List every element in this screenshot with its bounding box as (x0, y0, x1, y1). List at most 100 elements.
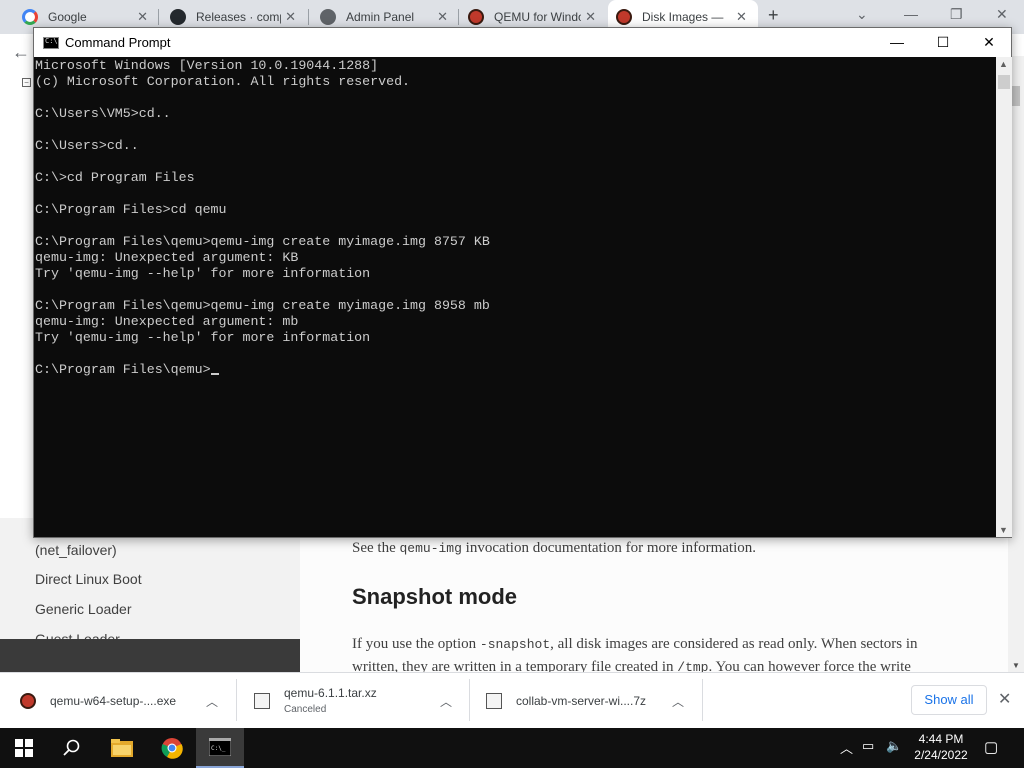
tab-title: Google (48, 10, 87, 24)
qemu-icon (616, 9, 632, 25)
new-tab-button[interactable]: + (768, 5, 779, 26)
browser-minimize-icon[interactable]: — (904, 6, 918, 22)
close-icon[interactable]: ✕ (998, 689, 1011, 709)
chevron-up-icon[interactable]: ︿ (672, 693, 684, 710)
download-filename: qemu-6.1.1.tar.xz (284, 686, 377, 700)
snapshot-paragraph-line-1: If you use the option -snapshot, all dis… (352, 636, 918, 653)
cmd-title-bar[interactable]: Command Prompt — ☐ ✕ (34, 28, 1011, 57)
page-scrollbar-thumb[interactable] (1012, 86, 1020, 106)
tab-close-icon[interactable]: ✕ (137, 9, 148, 25)
console-line: C:\Program Files>cd qemu (35, 202, 227, 217)
cmd-close-button[interactable]: ✕ (966, 28, 1012, 57)
console-line: (c) Microsoft Corporation. All rights re… (35, 74, 411, 89)
download-status: Canceled (284, 704, 327, 715)
browser-close-icon[interactable]: ✕ (996, 6, 1008, 23)
scroll-down-icon[interactable]: ▼ (999, 525, 1008, 535)
sidebar-item-generic-loader[interactable]: Generic Loader (35, 601, 132, 617)
cmd-maximize-button[interactable]: ☐ (920, 28, 966, 57)
cmd-scrollbar-thumb[interactable] (998, 75, 1010, 89)
start-button[interactable] (0, 728, 48, 768)
console-line: C:\Users\VM5>cd.. (35, 106, 171, 121)
chrome-icon (161, 738, 183, 759)
show-hidden-icons-icon[interactable]: ︿ (840, 738, 853, 757)
console-area[interactable]: Microsoft Windows [Version 10.0.19044.12… (34, 57, 996, 537)
console-line: qemu-img: Unexpected argument: mb (35, 314, 299, 329)
globe-icon (320, 9, 336, 25)
tab-close-icon[interactable]: ✕ (285, 9, 296, 25)
inline-code: -snapshot (479, 637, 551, 652)
show-all-button[interactable]: Show all (911, 685, 987, 715)
cmd-minimize-button[interactable]: — (874, 28, 920, 57)
start-icon (15, 739, 33, 757)
scroll-up-icon[interactable]: ▲ (999, 59, 1008, 69)
taskbar-search-button[interactable] (48, 728, 96, 768)
download-item-collab-vm[interactable]: collab-vm-server-wi....7z ︿ (486, 673, 696, 728)
volume-icon[interactable]: 🔈 (886, 738, 902, 754)
cmd-title: Command Prompt (65, 35, 171, 50)
command-prompt-window: Command Prompt — ☐ ✕ Microsoft Windows [… (33, 27, 1012, 538)
tab-title: Disk Images — (642, 10, 724, 24)
tab-close-icon[interactable]: ✕ (585, 9, 596, 25)
download-filename: collab-vm-server-wi....7z (516, 693, 647, 708)
network-icon[interactable]: ▭ (862, 738, 874, 754)
file-explorer-icon (111, 739, 133, 757)
tab-divider (458, 9, 459, 25)
paragraph-text: written, they are written in a temporary… (352, 659, 678, 672)
browser-restore-icon[interactable]: ❐ (950, 6, 963, 23)
console-line: Try 'qemu-img --help' for more informati… (35, 330, 371, 345)
clock-time: 4:44 PM (918, 732, 964, 746)
snapshot-paragraph-line-2: written, they are written in a temporary… (352, 659, 911, 672)
tab-divider (308, 9, 309, 25)
console-line: C:\>cd Program Files (35, 170, 195, 185)
sidebar-item-net-failover[interactable]: (net_failover) (35, 542, 117, 558)
tab-divider (158, 9, 159, 25)
scroll-down-icon[interactable]: ▼ (1012, 661, 1020, 670)
see-docs-paragraph: See the qemu-img invocation documentatio… (352, 540, 756, 557)
tab-search-icon[interactable]: ⌄ (856, 6, 868, 23)
inline-code: /tmp (677, 660, 709, 672)
sidebar-item-direct-linux-boot[interactable]: Direct Linux Boot (35, 571, 142, 587)
github-icon (170, 9, 186, 25)
download-divider (702, 679, 703, 721)
console-prompt-line: C:\Program Files\qemu> (35, 362, 490, 378)
taskbar-chrome[interactable] (148, 728, 196, 768)
inline-code: qemu-img (399, 541, 462, 556)
paragraph-text: If you use the option (352, 636, 480, 652)
download-shelf: qemu-w64-setup-....exe ︿ qemu-6.1.1.tar.… (0, 672, 1024, 728)
console-prompt: C:\Program Files\qemu> (35, 362, 211, 377)
chevron-up-icon[interactable]: ︿ (440, 693, 452, 710)
tab-close-icon[interactable]: ✕ (736, 9, 747, 25)
taskbar-clock[interactable]: 4:44 PM 2/24/2022 (912, 731, 970, 763)
clock-date: 2/24/2022 (914, 748, 968, 762)
paragraph-text: invocation documentation for more inform… (461, 540, 756, 556)
console-line: qemu-img: Unexpected argument: KB (35, 250, 299, 265)
download-item-qemu-setup[interactable]: qemu-w64-setup-....exe ︿ (20, 673, 230, 728)
download-filename: qemu-w64-setup-....exe (50, 693, 177, 708)
tab-close-icon[interactable]: ✕ (437, 9, 448, 25)
archive-icon (254, 692, 270, 709)
docs-content: See the qemu-img invocation documentatio… (300, 518, 1008, 672)
notification-icon[interactable]: ▢ (984, 738, 998, 756)
console-line: C:\Program Files\qemu>qemu-img create my… (35, 298, 490, 313)
download-item-qemu-tar[interactable]: qemu-6.1.1.tar.xz Canceled ︿ (254, 673, 464, 728)
google-icon (22, 9, 38, 25)
taskbar-command-prompt[interactable]: C:\_ (196, 728, 244, 768)
download-text: qemu-6.1.1.tar.xz Canceled (284, 686, 377, 715)
cmd-scrollbar[interactable]: ▲ ▼ (996, 57, 1012, 537)
paragraph-text: See the (352, 540, 400, 556)
paragraph-text: , all disk images are considered as read… (550, 636, 918, 652)
chevron-up-icon[interactable]: ︿ (206, 693, 218, 710)
command-prompt-icon (43, 36, 59, 49)
taskbar-file-explorer[interactable] (98, 728, 146, 768)
search-icon (63, 739, 80, 756)
paragraph-text: . You can however force the write (708, 659, 911, 672)
collapse-icon[interactable]: − (22, 78, 31, 87)
taskbar: C:\_ ︿ ▭ 🔈 4:44 PM 2/24/2022 ▢ (0, 728, 1024, 768)
back-icon[interactable]: ← (12, 42, 30, 63)
console-line: Try 'qemu-img --help' for more informati… (35, 266, 371, 281)
